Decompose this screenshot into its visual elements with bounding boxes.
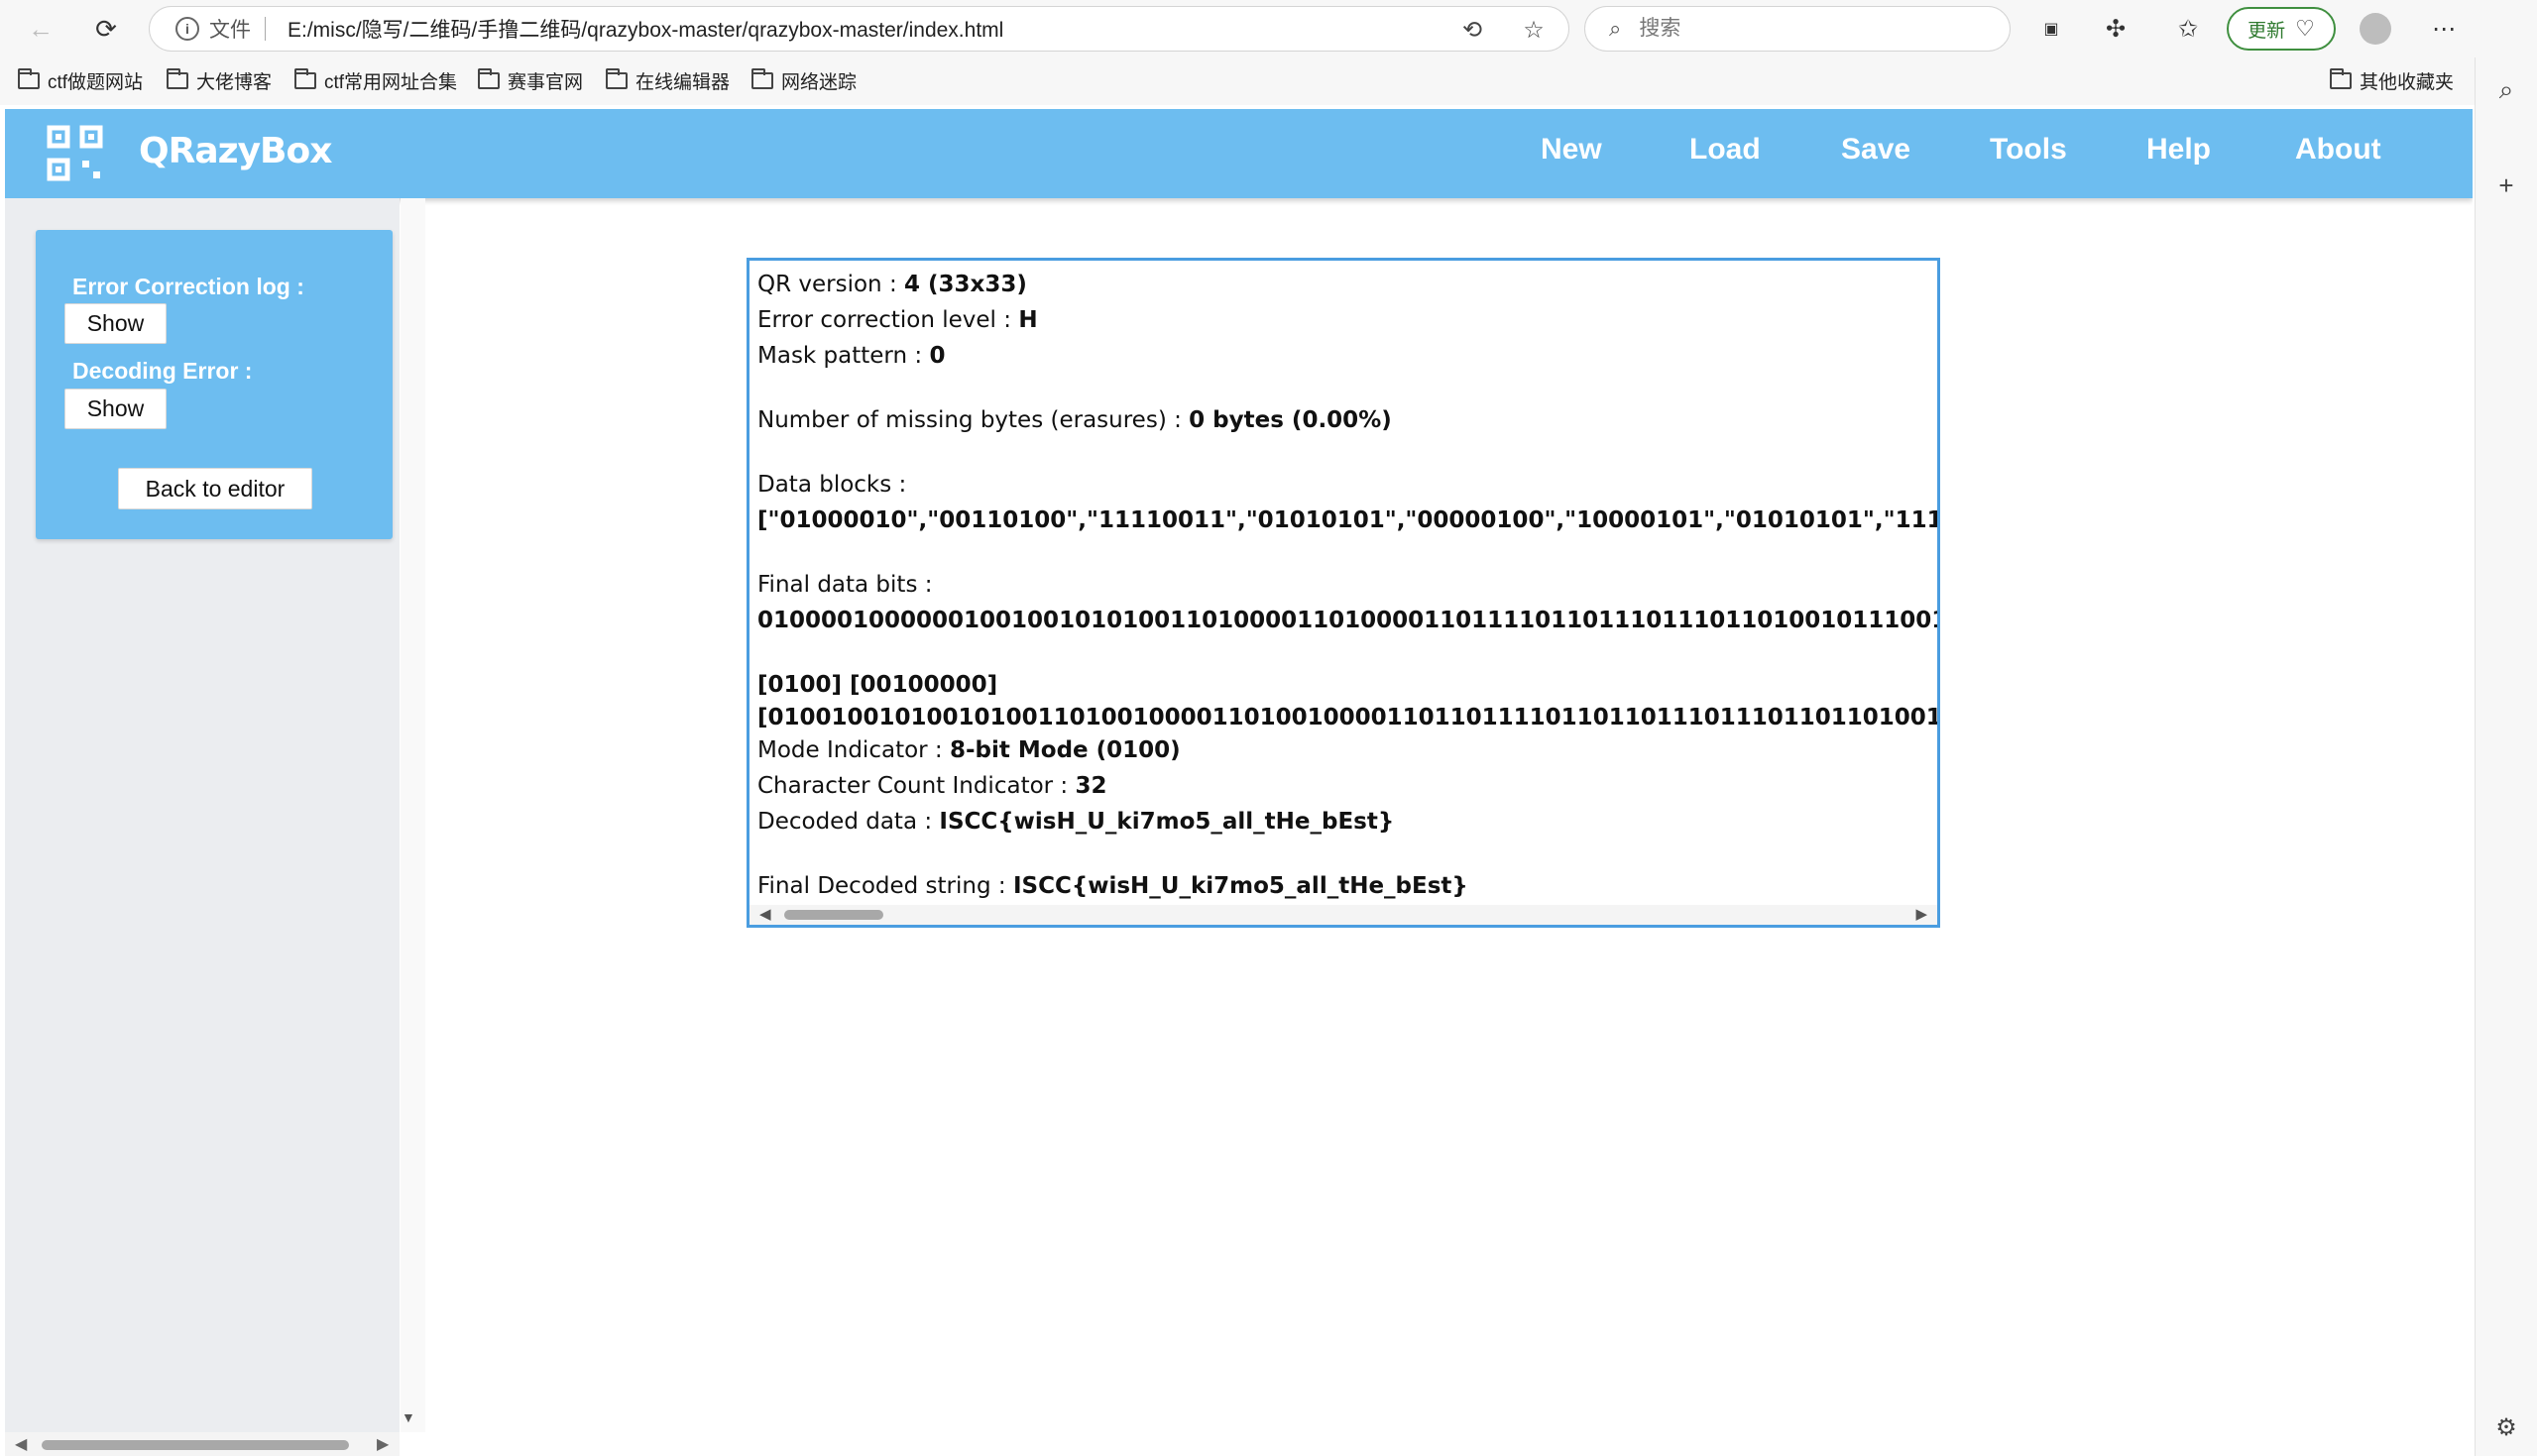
collections-icon[interactable]: ✩	[2171, 12, 2205, 46]
scroll-left-arrow-icon[interactable]: ◀	[15, 1434, 27, 1454]
page-horizontal-scrollbar[interactable]: ◀ ▶	[5, 1432, 400, 1456]
ec-log-label: Error Correction log :	[72, 274, 304, 299]
page-viewport: QRazyBox New Load Save Tools Help About …	[5, 109, 2473, 1456]
final-decoded-string-line: Final Decoded string : ISCC{wisH_U_ki7mo…	[757, 873, 1468, 899]
browser-sidebar: ⌕ + ⚙	[2475, 57, 2537, 1456]
search-input[interactable]	[1639, 17, 1997, 41]
favorite-star-icon[interactable]: ☆	[1520, 16, 1548, 44]
bookmark-label: 网络迷踪	[781, 72, 858, 93]
search-box[interactable]: ⌕	[1584, 6, 2011, 52]
decoded-data-value: ISCC{wisH_U_ki7mo5_all_tHe_bEst}	[939, 809, 1395, 835]
mask-pattern-line: Mask pattern : 0	[757, 343, 946, 369]
ec-level-line: Error correction level : H	[757, 307, 1038, 333]
scrollbar-thumb[interactable]	[42, 1440, 349, 1450]
char-count-value: 32	[1075, 773, 1107, 799]
info-icon[interactable]: i	[175, 17, 199, 41]
scroll-right-arrow-icon[interactable]: ▶	[1915, 905, 1927, 923]
scroll-down-arrow-icon[interactable]: ▼	[402, 1409, 415, 1425]
bookmark-label: 在线编辑器	[635, 72, 731, 93]
decoding-error-label: Decoding Error :	[72, 358, 253, 384]
menu-new[interactable]: New	[1541, 133, 1602, 167]
address-bar[interactable]: i 文件 E:/misc/隐写/二维码/手撸二维码/qrazybox-maste…	[149, 6, 1569, 52]
search-icon: ⌕	[1609, 16, 1622, 41]
bookmark-online-editor[interactable]: 在线编辑器	[606, 67, 730, 94]
reader-mode-icon[interactable]: ▣	[2034, 12, 2068, 46]
folder-icon	[18, 68, 40, 89]
bookmark-label: 大佬博客	[196, 72, 273, 93]
decode-info-panel: Error Correction log : Show Decoding Err…	[36, 230, 393, 539]
menu-save[interactable]: Save	[1841, 133, 1910, 167]
bookmark-label: ctf常用网址合集	[324, 72, 458, 93]
data-blocks-label: Data blocks :	[757, 472, 907, 498]
decoding-error-show-button[interactable]: Show	[64, 389, 167, 429]
scroll-left-arrow-icon[interactable]: ◀	[759, 905, 771, 923]
folder-icon	[294, 68, 316, 89]
bookmark-label: ctf做题网站	[48, 72, 144, 93]
more-menu-icon[interactable]: ⋯	[2427, 12, 2461, 46]
ec-log-show-button[interactable]: Show	[64, 303, 167, 344]
bookmarks-bar: ctf做题网站 大佬博客 ctf常用网址合集 赛事官网 在线编辑器 网络迷踪 其…	[0, 57, 2479, 105]
search-icon[interactable]: ⌕	[2489, 73, 2523, 107]
scrollbar-thumb[interactable]	[784, 910, 883, 920]
bookmark-ctf-sites[interactable]: ctf做题网站	[18, 67, 143, 94]
decode-result-box: QR version : 4 (33x33) Error correction …	[747, 258, 1940, 928]
decode-result-content: QR version : 4 (33x33) Error correction …	[757, 267, 1940, 904]
translate-icon[interactable]: ⟲	[1458, 16, 1486, 44]
heart-icon: ♡	[2295, 16, 2315, 41]
url-text[interactable]: E:/misc/隐写/二维码/手撸二维码/qrazybox-master/qra…	[288, 14, 1003, 44]
decoded-data-line: Decoded data : ISCC{wisH_U_ki7mo5_all_tH…	[757, 809, 1395, 835]
bookmark-label: 赛事官网	[508, 72, 584, 93]
char-count-line: Character Count Indicator : 32	[757, 773, 1107, 799]
bookmark-events[interactable]: 赛事官网	[478, 67, 583, 94]
bookmark-other[interactable]: 其他收藏夹	[2330, 67, 2454, 94]
folder-icon	[606, 68, 628, 89]
add-icon[interactable]: +	[2489, 168, 2523, 202]
mode-indicator-value: 8-bit Mode (0100)	[949, 737, 1181, 763]
folder-icon	[751, 68, 773, 89]
segment-header: [0100] [00100000]	[757, 672, 998, 698]
menu-help[interactable]: Help	[2146, 133, 2211, 167]
qr-version-line: QR version : 4 (33x33)	[757, 272, 1027, 297]
scroll-right-arrow-icon[interactable]: ▶	[377, 1434, 389, 1454]
result-horizontal-scrollbar[interactable]: ◀ ▶	[750, 905, 1937, 925]
missing-bytes-line: Number of missing bytes (erasures) : 0 b…	[757, 407, 1392, 433]
qr-logo-icon	[47, 125, 103, 181]
folder-icon	[167, 68, 188, 89]
final-decoded-string-value: ISCC{wisH_U_ki7mo5_all_tHe_bEst}	[1012, 873, 1468, 899]
file-label: 文件	[209, 19, 251, 42]
final-data-bits-value: 0100001000000100100101010011010000110100…	[757, 608, 1937, 633]
update-label: 更新	[2248, 20, 2286, 42]
address-separator	[265, 17, 266, 41]
folder-icon	[2330, 68, 2352, 89]
bookmark-label: 其他收藏夹	[2360, 72, 2455, 93]
back-arrow-icon[interactable]: ←	[22, 10, 59, 48]
data-blocks-value: ["01000010","00110100","11110011","01010…	[757, 507, 1937, 533]
menu-tools[interactable]: Tools	[1990, 133, 2067, 167]
mode-indicator-line: Mode Indicator : 8-bit Mode (0100)	[757, 737, 1181, 763]
mask-pattern-value: 0	[929, 343, 946, 369]
app-header: QRazyBox New Load Save Tools Help About	[5, 109, 2473, 198]
bookmark-osint[interactable]: 网络迷踪	[751, 67, 857, 94]
update-button[interactable]: 更新 ♡	[2227, 7, 2336, 51]
segment-bits: [010010010100101001101001000011010010000…	[757, 705, 1940, 730]
browser-toolbar: ← ⟳ i 文件 E:/misc/隐写/二维码/手撸二维码/qrazybox-m…	[0, 0, 2537, 57]
qr-version-value: 4 (33x33)	[904, 272, 1027, 297]
extensions-icon[interactable]: ✣	[2099, 12, 2133, 46]
bookmark-blogs[interactable]: 大佬博客	[167, 67, 272, 94]
missing-bytes-value: 0 bytes (0.00%)	[1189, 407, 1392, 433]
folder-icon	[478, 68, 500, 89]
bookmark-ctf-urls[interactable]: ctf常用网址合集	[294, 67, 457, 94]
settings-gear-icon[interactable]: ⚙	[2489, 1410, 2523, 1444]
menu-about[interactable]: About	[2295, 133, 2381, 167]
refresh-icon[interactable]: ⟳	[87, 10, 125, 48]
ec-level-value: H	[1018, 307, 1038, 333]
app-logo-text[interactable]: QRazyBox	[139, 131, 332, 171]
back-to-editor-button[interactable]: Back to editor	[118, 468, 312, 509]
profile-avatar[interactable]	[2360, 13, 2391, 45]
sidebar-vertical-scrollbar[interactable]	[401, 198, 425, 1432]
menu-load[interactable]: Load	[1689, 133, 1761, 167]
final-data-bits-label: Final data bits :	[757, 572, 933, 598]
